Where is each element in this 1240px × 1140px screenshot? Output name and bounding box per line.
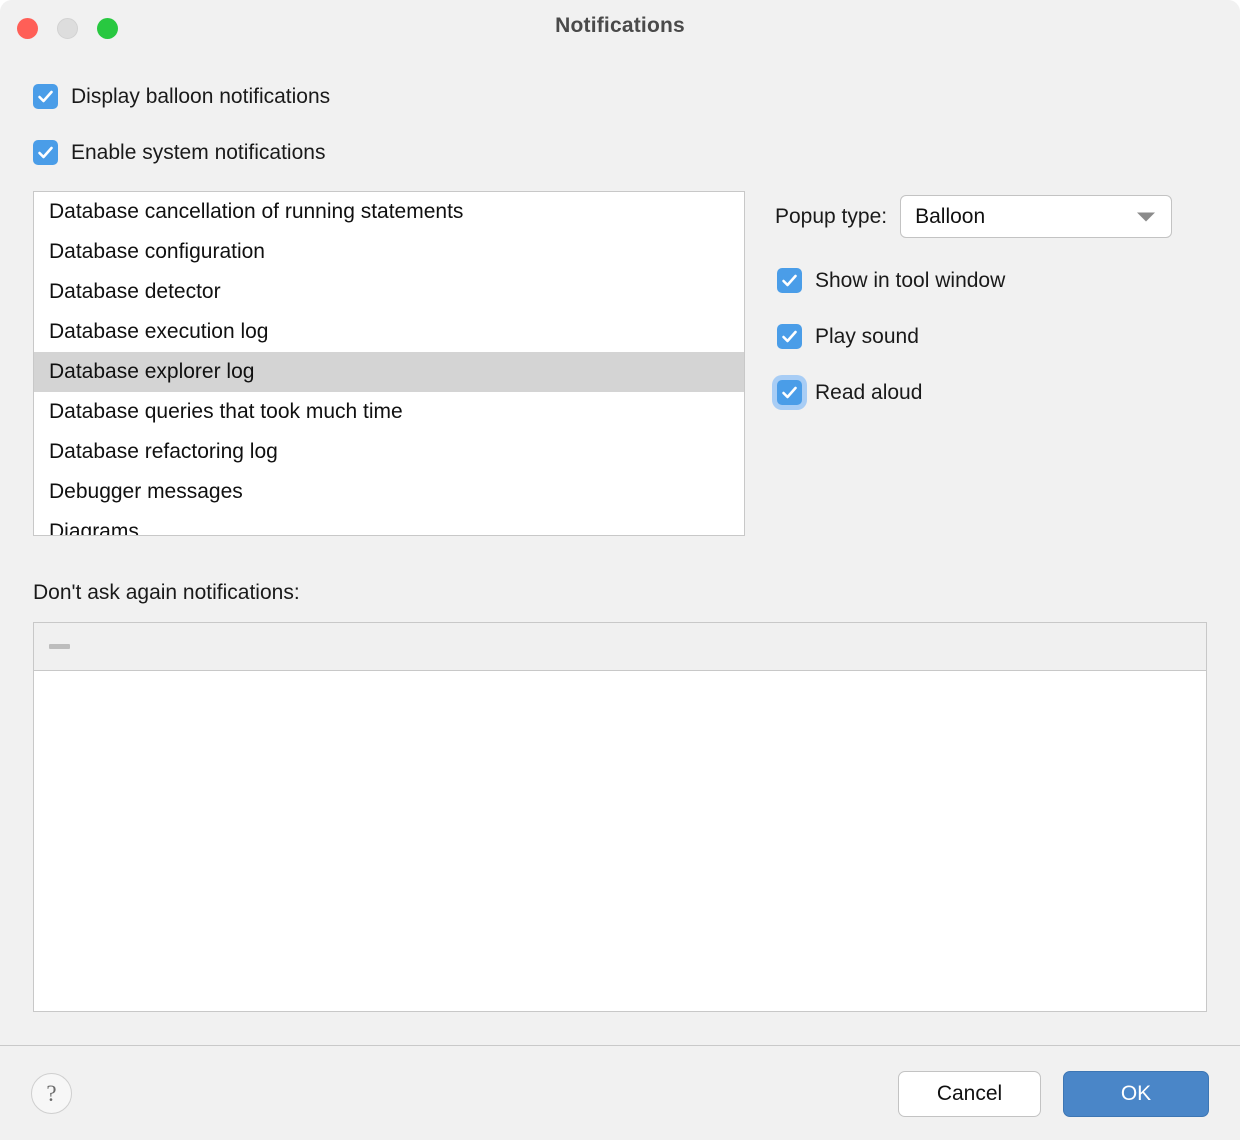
checkmark-icon: [33, 84, 58, 109]
checkmark-icon: [777, 380, 802, 405]
table-body[interactable]: [34, 671, 1206, 1011]
checkmark-icon: [33, 140, 58, 165]
dont-ask-again-label: Don't ask again notifications:: [33, 581, 300, 605]
window-title: Notifications: [0, 14, 1240, 38]
popup-type-label: Popup type:: [775, 205, 887, 229]
popup-type-dropdown[interactable]: Balloon: [900, 195, 1172, 238]
checkbox-label: Play sound: [815, 325, 919, 349]
table-header-row[interactable]: [34, 623, 1206, 671]
list-item-selected[interactable]: Database explorer log: [34, 352, 744, 392]
list-item[interactable]: Database queries that took much time: [34, 392, 744, 432]
checkmark-icon: [777, 268, 802, 293]
checkbox-label: Show in tool window: [815, 269, 1005, 293]
list-item[interactable]: Diagrams: [34, 512, 744, 536]
title-bar: Notifications: [0, 0, 1240, 56]
checkbox-label: Display balloon notifications: [71, 85, 330, 109]
cancel-button[interactable]: Cancel: [898, 1071, 1041, 1117]
list-item[interactable]: Database cancellation of running stateme…: [34, 192, 744, 232]
checkbox-label: Enable system notifications: [71, 141, 325, 165]
checkmark-icon: [777, 324, 802, 349]
popup-type-value: Balloon: [915, 205, 985, 229]
popup-type-row: Popup type: Balloon: [775, 195, 1172, 238]
checkbox-display-balloon-notifications[interactable]: Display balloon notifications: [33, 84, 330, 109]
list-item[interactable]: Database configuration: [34, 232, 744, 272]
checkbox-enable-system-notifications[interactable]: Enable system notifications: [33, 140, 325, 165]
list-item[interactable]: Database detector: [34, 272, 744, 312]
minus-icon: [49, 644, 70, 649]
help-button[interactable]: ?: [31, 1073, 72, 1114]
ok-button[interactable]: OK: [1063, 1071, 1209, 1117]
checkbox-play-sound[interactable]: Play sound: [777, 324, 919, 349]
notification-groups-list[interactable]: Database cancellation of running stateme…: [33, 191, 745, 536]
list-item[interactable]: Database execution log: [34, 312, 744, 352]
list-item[interactable]: Database refactoring log: [34, 432, 744, 472]
checkbox-read-aloud[interactable]: Read aloud: [777, 380, 922, 405]
checkbox-show-in-tool-window[interactable]: Show in tool window: [777, 268, 1005, 293]
dont-ask-again-table[interactable]: [33, 622, 1207, 1012]
checkbox-label: Read aloud: [815, 381, 922, 405]
footer-separator: [0, 1045, 1240, 1046]
notifications-dialog-window: Notifications Display balloon notificati…: [0, 0, 1240, 1140]
list-item[interactable]: Debugger messages: [34, 472, 744, 512]
chevron-down-icon: [1137, 212, 1155, 221]
